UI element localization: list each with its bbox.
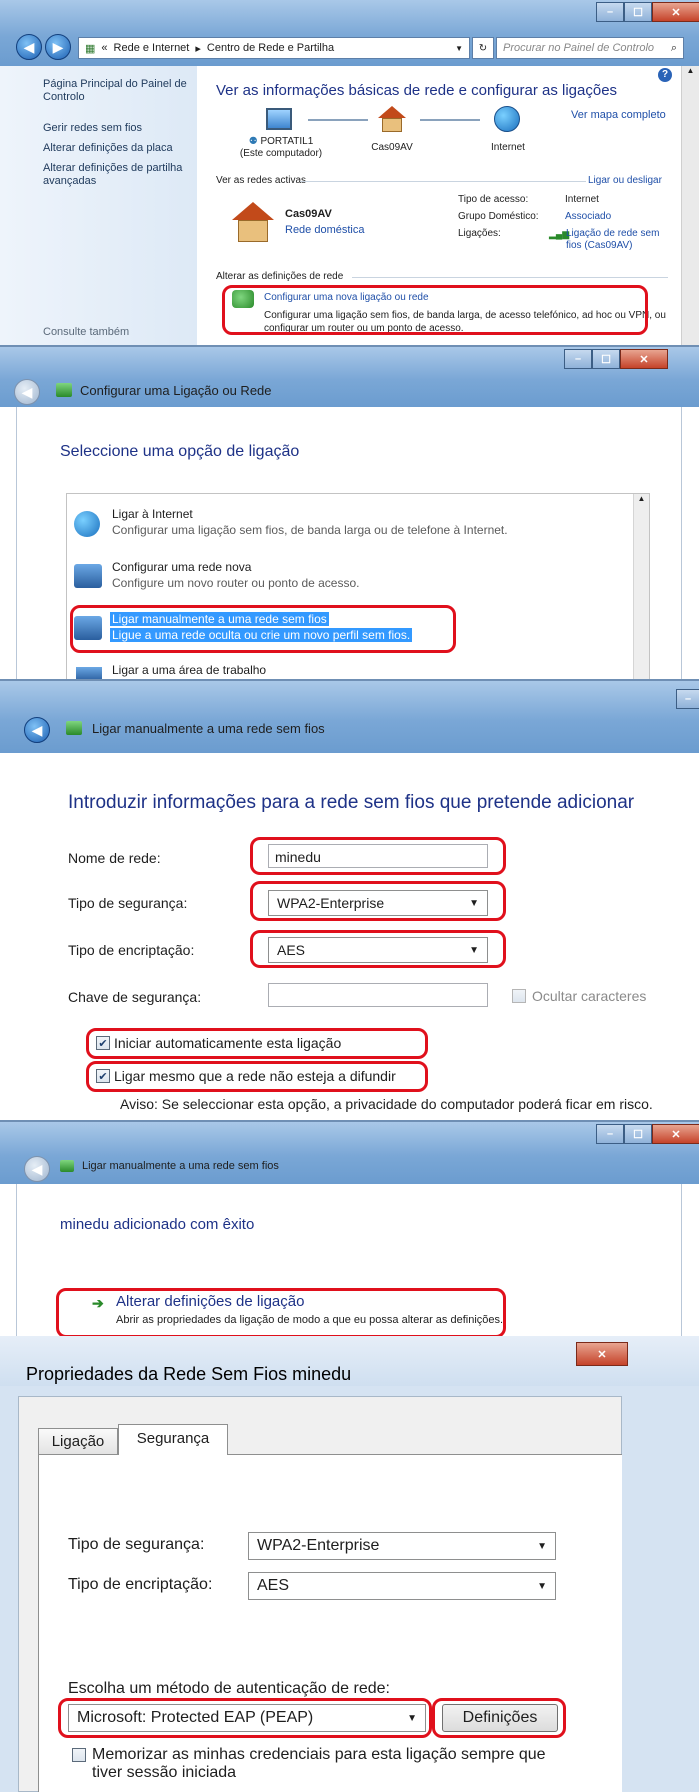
minimize-button[interactable]: – xyxy=(564,349,592,369)
breadcrumb-center[interactable]: Centro de Rede e Partilha xyxy=(207,42,334,54)
node-router: Cas09AV xyxy=(371,142,413,153)
list-item[interactable]: Ligar à Internet Configurar uma ligação … xyxy=(72,507,628,547)
change-settings-header: Alterar as definições de rede xyxy=(216,271,348,282)
window-title: Propriedades da Rede Sem Fios minedu xyxy=(26,1364,352,1384)
sidebar: Página Principal do Painel de Controlo G… xyxy=(0,66,197,345)
see-also-label: Consulte também xyxy=(43,326,130,338)
back-button[interactable]: ◀ xyxy=(24,717,50,743)
highlight-manual-option xyxy=(70,605,456,653)
warning-text: Aviso: Se seleccionar esta opção, a priv… xyxy=(120,1096,653,1112)
maximize-button[interactable]: ☐ xyxy=(624,2,652,22)
homegroup-link[interactable]: Associado xyxy=(565,211,611,222)
control-panel-icon: ▦ xyxy=(85,42,96,55)
node-internet: Internet xyxy=(491,142,525,153)
globe-connect-icon xyxy=(74,511,100,537)
refresh-button[interactable]: ↻ xyxy=(472,37,494,59)
page-title: Ver as informações básicas de rede e con… xyxy=(216,82,618,99)
chevron-down-icon: ▼ xyxy=(537,1580,547,1592)
highlight-name xyxy=(250,837,506,875)
setup-connection-window: – ☐ ✕ ◀ Configurar uma Ligação ou Rede S… xyxy=(0,345,699,679)
close-button[interactable]: ✕ xyxy=(652,1124,699,1144)
view-map-link[interactable]: Ver mapa completo xyxy=(571,109,666,121)
auth-method-label: Escolha um método de autenticação de red… xyxy=(68,1680,390,1697)
list-item[interactable]: Ligar a uma área de trabalho xyxy=(72,661,628,679)
router-icon xyxy=(74,564,102,588)
address-bar[interactable]: ▦ « Rede e Internet ▸ Centro de Rede e P… xyxy=(78,37,470,59)
highlight-auto-start xyxy=(86,1028,428,1059)
sidebar-item-adapter[interactable]: Alterar definições da placa xyxy=(43,142,173,154)
encryption-type-select[interactable]: AES ▼ xyxy=(248,1572,556,1600)
tab-connection[interactable]: Ligação xyxy=(38,1428,118,1454)
scrollbar[interactable]: ▲ xyxy=(681,66,699,345)
network-center-window: – ☐ ✕ ◀ ▶ ▦ « Rede e Internet ▸ Centro d… xyxy=(0,0,699,345)
title-bar: – ☐ ✕ ◀ Configurar uma Ligação ou Rede xyxy=(0,347,699,407)
connect-disconnect-link[interactable]: Ligar ou desligar xyxy=(588,175,662,186)
list-item[interactable]: Configurar uma rede nova Configure um no… xyxy=(72,560,628,600)
close-button[interactable]: ✕ xyxy=(652,2,699,22)
network-icon: ⚉ xyxy=(248,136,258,147)
breadcrumb-network[interactable]: Rede e Internet xyxy=(114,42,190,54)
tab-content xyxy=(38,1454,622,1792)
highlight-new-connection xyxy=(222,285,648,335)
back-button[interactable]: ◀ xyxy=(16,34,42,60)
network-name: Cas09AV xyxy=(285,208,332,220)
back-button[interactable]: ◀ xyxy=(14,379,40,405)
computer-icon xyxy=(266,108,292,130)
hide-characters-checkbox[interactable]: Ocultar caracteres xyxy=(512,988,646,1004)
workplace-icon xyxy=(76,667,102,679)
window-title: Configurar uma Ligação ou Rede xyxy=(80,383,272,398)
wireless-properties-dialog: ✕ Propriedades da Rede Sem Fios minedu L… xyxy=(0,1336,699,1792)
minimize-button[interactable]: – xyxy=(596,2,624,22)
help-icon[interactable]: ? xyxy=(658,68,672,82)
success-window: – ☐ ✕ ◀ Ligar manualmente a uma rede sem… xyxy=(0,1120,699,1336)
chevron-right-icon: ▸ xyxy=(195,42,201,55)
maximize-button[interactable]: ☐ xyxy=(592,349,620,369)
manual-connect-window: – ◀ Ligar manualmente a uma rede sem fio… xyxy=(0,679,699,1120)
minimize-button[interactable]: – xyxy=(676,689,699,709)
remember-credentials-checkbox[interactable]: Memorizar as minhas credenciais para est… xyxy=(72,1746,572,1782)
minimize-button[interactable]: – xyxy=(596,1124,624,1144)
active-networks-header: Ver as redes activas xyxy=(216,175,311,186)
forward-button[interactable]: ▶ xyxy=(45,34,71,60)
sidebar-item-sharing[interactable]: Alterar definições de partilha avançadas xyxy=(43,162,193,188)
wireless-setup-icon xyxy=(66,721,82,735)
search-icon: ⌕ xyxy=(670,41,677,54)
highlight-security xyxy=(250,881,506,921)
chevron-down-icon[interactable]: ▼ xyxy=(455,44,463,53)
maximize-button[interactable]: ☐ xyxy=(624,1124,652,1144)
success-message: minedu adicionado com êxito xyxy=(60,1216,255,1233)
home-network-icon xyxy=(378,106,406,132)
node-computer: ⚉ PORTATIL1 (Este computador) xyxy=(239,136,323,159)
title-bar: – ☐ ✕ ◀ ▶ ▦ « Rede e Internet ▸ Centro d… xyxy=(0,0,699,66)
wireless-connection-link[interactable]: Ligação de rede sem fios (Cas09AV) xyxy=(566,228,671,252)
network-type-link[interactable]: Rede doméstica xyxy=(285,224,365,236)
close-button[interactable]: ✕ xyxy=(620,349,668,369)
home-icon xyxy=(232,202,274,242)
highlight-settings xyxy=(432,1698,566,1738)
wireless-setup-icon xyxy=(60,1160,74,1172)
chevron-down-icon: ▼ xyxy=(537,1540,547,1552)
security-key-input[interactable] xyxy=(268,983,488,1007)
window-title: Ligar manualmente a uma rede sem fios xyxy=(82,1160,279,1172)
highlight-auth-method xyxy=(58,1698,432,1738)
title-bar: – ◀ Ligar manualmente a uma rede sem fio… xyxy=(0,681,699,753)
page-heading: Introduzir informações para a rede sem f… xyxy=(68,792,635,813)
globe-icon xyxy=(494,106,520,132)
window-title: Ligar manualmente a uma rede sem fios xyxy=(92,721,325,736)
search-input[interactable]: Procurar no Painel de Controlo ⌕ xyxy=(496,37,684,59)
sidebar-item-wireless[interactable]: Gerir redes sem fios xyxy=(43,122,142,134)
options-scrollbar[interactable]: ▲ xyxy=(633,494,649,679)
back-button[interactable]: ◀ xyxy=(24,1156,50,1182)
network-setup-icon xyxy=(56,383,72,397)
title-bar: – ☐ ✕ ◀ Ligar manualmente a uma rede sem… xyxy=(0,1122,699,1184)
close-button[interactable]: ✕ xyxy=(576,1342,628,1366)
tab-security[interactable]: Segurança xyxy=(118,1424,228,1455)
security-type-select[interactable]: WPA2-Enterprise ▼ xyxy=(248,1532,556,1560)
page-heading: Seleccione uma opção de ligação xyxy=(60,443,300,460)
sidebar-item-home[interactable]: Página Principal do Painel de Controlo xyxy=(43,78,193,104)
highlight-connect-hidden xyxy=(86,1061,428,1092)
highlight-encryption xyxy=(250,930,506,968)
highlight-change-settings xyxy=(56,1288,506,1336)
